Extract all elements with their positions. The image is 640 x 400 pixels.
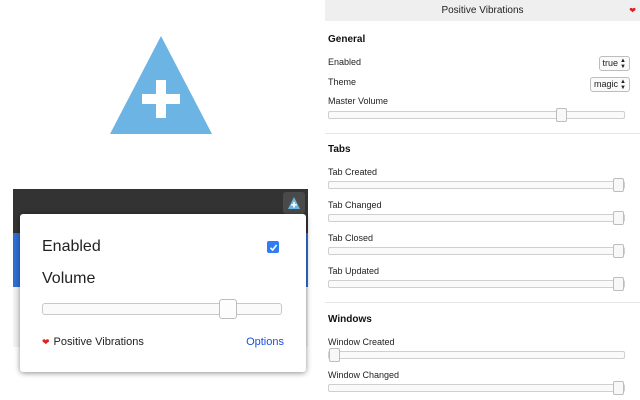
tab-changed-slider[interactable] <box>328 211 625 225</box>
app-logo-icon <box>110 36 212 134</box>
slider-thumb[interactable] <box>329 348 340 362</box>
popup-volume-label: Volume <box>42 270 96 287</box>
general-theme-select[interactable]: magic ▲ ▼ <box>590 77 630 92</box>
general-master-volume-label: Master Volume <box>328 96 389 106</box>
slider-thumb[interactable] <box>613 211 624 225</box>
options-link[interactable]: Options <box>246 336 284 348</box>
general-theme-label: Theme <box>328 77 357 87</box>
section-tabs-title: Tabs <box>328 144 351 155</box>
general-theme-select-value: magic <box>594 79 619 89</box>
section-divider <box>325 133 640 134</box>
heart-icon: ❤ <box>629 6 636 15</box>
section-divider <box>325 302 640 303</box>
options-page: Positive Vibrations ❤ General Enabled tr… <box>325 0 640 400</box>
popup-enabled-label: Enabled <box>42 238 101 255</box>
tab-updated-label: Tab Updated <box>328 266 380 276</box>
extension-popup: Enabled Volume ❤ Positive Vibrations Opti… <box>20 214 306 372</box>
window-changed-label: Window Changed <box>328 370 400 380</box>
slider-thumb[interactable] <box>613 244 624 258</box>
tab-closed-slider[interactable] <box>328 244 625 258</box>
tab-closed-label: Tab Closed <box>328 233 374 243</box>
popup-brand-label: Positive Vibrations <box>53 336 144 348</box>
window-created-slider[interactable] <box>328 348 625 362</box>
popup-volume-slider[interactable] <box>42 299 282 319</box>
slider-thumb[interactable] <box>556 108 568 122</box>
slider-thumb[interactable] <box>613 178 624 192</box>
select-arrows-icon: ▲ ▼ <box>620 78 626 91</box>
general-master-volume-slider[interactable] <box>328 108 625 122</box>
general-enabled-label: Enabled <box>328 57 362 67</box>
general-enabled-select[interactable]: true ▲ ▼ <box>598 56 630 71</box>
tab-created-slider[interactable] <box>328 178 625 192</box>
tab-updated-slider[interactable] <box>328 277 625 291</box>
extension-logo-icon <box>288 197 300 209</box>
section-windows-title: Windows <box>328 314 372 325</box>
checkmark-icon <box>269 244 277 251</box>
window-created-label: Window Created <box>328 337 395 347</box>
section-general-title: General <box>328 34 366 45</box>
popup-footer: ❤ Positive Vibrations Options <box>42 336 284 348</box>
tab-changed-label: Tab Changed <box>328 200 382 210</box>
select-arrows-icon: ▲ ▼ <box>620 57 626 70</box>
slider-thumb[interactable] <box>613 381 624 395</box>
options-title: Positive Vibrations <box>441 5 524 16</box>
slider-thumb[interactable] <box>613 277 624 291</box>
heart-icon: ❤ <box>42 337 50 347</box>
options-header: Positive Vibrations ❤ <box>325 0 640 21</box>
extension-toolbar-button[interactable] <box>283 192 305 214</box>
popup-brand: ❤ Positive Vibrations <box>42 336 144 348</box>
window-changed-slider[interactable] <box>328 381 625 395</box>
popup-enabled-checkbox[interactable] <box>267 241 279 253</box>
popup-volume-slider-thumb[interactable] <box>219 299 237 319</box>
tab-created-label: Tab Created <box>328 167 378 177</box>
general-enabled-select-value: true <box>602 58 619 68</box>
